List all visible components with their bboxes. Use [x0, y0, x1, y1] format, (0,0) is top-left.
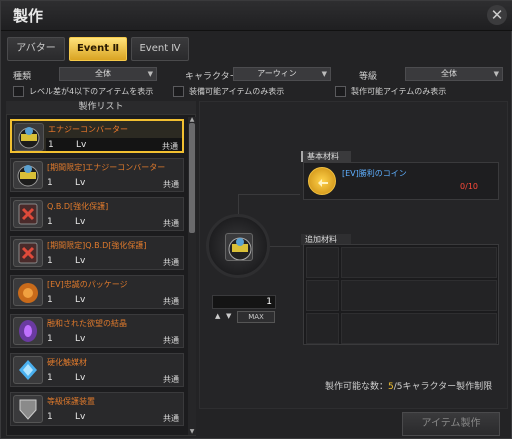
item-shared-badge: 共通: [163, 219, 179, 228]
qbd-icon: [13, 239, 43, 267]
craftable-only-label: 製作可能アイテムのみ表示: [351, 87, 447, 96]
equip-only-checkbox[interactable]: [173, 86, 184, 97]
item-level: 1: [47, 295, 53, 305]
list-item[interactable]: [期間限定]Q.B.D[強化保護] 1 Lv 共通: [10, 236, 184, 270]
item-shared-badge: 共通: [163, 258, 179, 267]
material-count: 0/10: [460, 182, 478, 191]
extra-slot[interactable]: [341, 247, 497, 278]
coin-icon: [308, 167, 336, 195]
energy-converter-icon: [14, 123, 44, 151]
item-name: 等級保護装置: [47, 397, 95, 406]
craft-list: エナジーコンバーター 1 Lv 共通 [期間限定]エナジーコンバーター 1 Lv 共通 Q.B.…: [6, 114, 196, 436]
max-button[interactable]: MAX: [237, 311, 275, 323]
item-level-label: Lv: [75, 178, 86, 188]
extra-slot[interactable]: [341, 280, 497, 311]
item-level-label: Lv: [76, 140, 87, 150]
equip-only-label: 装備可能アイテムのみ表示: [189, 87, 285, 96]
extra-slot[interactable]: [341, 313, 497, 344]
scroll-thumb[interactable]: [189, 123, 195, 233]
extra-slot-icon[interactable]: [306, 313, 339, 344]
crafting-window: 製作 ✕ アバター Event Ⅱ Event Ⅳ 種類 全体 ▼ キャラクター …: [0, 0, 512, 439]
item-name: 硬化触媒材: [47, 358, 87, 367]
chevron-down-icon: ▼: [147, 70, 153, 78]
item-level: 1: [47, 334, 53, 344]
list-item[interactable]: エナジーコンバーター 1 Lv 共通: [10, 119, 184, 153]
checkbox-row: レベル差が4以下のアイテムを表示 装備可能アイテムのみ表示 製作可能アイテムのみ…: [1, 86, 512, 100]
item-shared-badge: 共通: [163, 375, 179, 384]
item-level: 1: [47, 412, 53, 422]
list-item[interactable]: [EV]忠誠のパッケージ 1 Lv 共通: [10, 275, 184, 309]
crystal-icon: [13, 317, 43, 345]
item-shared-badge: 共通: [163, 414, 179, 423]
quantity-stepper: ▲ ▼ MAX: [212, 311, 276, 323]
package-icon: [13, 278, 43, 306]
catalyst-icon: [13, 356, 43, 384]
increase-icon[interactable]: ▲: [215, 312, 220, 320]
item-name: Q.B.D[強化保護]: [47, 202, 109, 211]
character-label: キャラクター: [185, 72, 239, 82]
material-slot[interactable]: [EV]勝利のコイン 0/10: [303, 162, 499, 200]
item-level-label: Lv: [75, 217, 86, 227]
item-name: 融和された欲望の結晶: [47, 319, 127, 328]
grade-label: 等級: [359, 72, 378, 82]
protector-icon: [13, 395, 43, 423]
item-name: [EV]忠誠のパッケージ: [47, 280, 128, 289]
decrease-icon[interactable]: ▼: [226, 312, 231, 320]
list-scrollbar[interactable]: ▲ ▼: [188, 117, 196, 435]
level-diff-checkbox[interactable]: [13, 86, 24, 97]
qbd-icon: [13, 200, 43, 228]
item-shared-badge: 共通: [163, 297, 179, 306]
item-level: 1: [47, 256, 53, 266]
item-level-label: Lv: [75, 412, 86, 422]
extra-slot-icon[interactable]: [306, 280, 339, 311]
window-title: 製作: [13, 7, 44, 25]
item-level: 1: [48, 140, 54, 150]
type-select[interactable]: 全体 ▼: [59, 67, 157, 81]
tab-event-4[interactable]: Event Ⅳ: [131, 37, 189, 61]
item-name: [期間限定]Q.B.D[強化保護]: [47, 241, 147, 250]
level-diff-label: レベル差が4以下のアイテムを表示: [29, 87, 154, 96]
quantity-input[interactable]: 1: [212, 295, 276, 309]
item-name: エナジーコンバーター: [48, 125, 128, 134]
connector-line: [238, 194, 300, 214]
title-bar[interactable]: 製作 ✕: [1, 1, 512, 31]
scroll-down-icon[interactable]: ▼: [188, 429, 196, 435]
grade-select[interactable]: 全体 ▼: [405, 67, 503, 81]
material-name: [EV]勝利のコイン: [342, 169, 407, 178]
basic-materials-header: 基本材料: [301, 151, 351, 162]
item-level-label: Lv: [75, 256, 86, 266]
list-item[interactable]: [期間限定]エナジーコンバーター 1 Lv 共通: [10, 158, 184, 192]
item-level-label: Lv: [75, 373, 86, 383]
craft-limit-info: 製作可能な数：5/5キャラクター製作制限: [325, 382, 493, 392]
type-label: 種類: [13, 72, 32, 82]
craft-item-button[interactable]: アイテム製作: [402, 412, 500, 436]
item-name: [期間限定]エナジーコンバーター: [47, 163, 166, 172]
item-shared-badge: 共通: [163, 180, 179, 189]
list-item[interactable]: Q.B.D[強化保護] 1 Lv 共通: [10, 197, 184, 231]
result-item-icon[interactable]: [225, 233, 253, 261]
character-select[interactable]: アーウィン ▼: [233, 67, 331, 81]
craftable-only-checkbox[interactable]: [335, 86, 346, 97]
item-level: 1: [47, 178, 53, 188]
tab-avatar[interactable]: アバター: [7, 37, 65, 61]
list-item[interactable]: 融和された欲望の結晶 1 Lv 共通: [10, 314, 184, 348]
item-level: 1: [47, 217, 53, 227]
connector-line: [269, 246, 300, 247]
craft-list-header: 製作リスト: [6, 101, 196, 114]
filter-row: 種類 全体 ▼ キャラクター アーウィン ▼ 等級 全体 ▼: [1, 67, 512, 82]
tab-event-2[interactable]: Event Ⅱ: [69, 37, 127, 61]
item-level-label: Lv: [75, 295, 86, 305]
list-item[interactable]: 硬化触媒材 1 Lv 共通: [10, 353, 184, 387]
extra-materials-list: [303, 244, 499, 345]
chevron-down-icon: ▼: [493, 70, 499, 78]
list-item[interactable]: 等級保護装置 1 Lv 共通: [10, 392, 184, 426]
energy-converter-icon: [13, 161, 43, 189]
close-button[interactable]: ✕: [487, 5, 507, 25]
item-shared-badge: 共通: [162, 142, 178, 151]
extra-slot-icon[interactable]: [306, 247, 339, 278]
item-level: 1: [47, 373, 53, 383]
item-shared-badge: 共通: [163, 336, 179, 345]
item-level-label: Lv: [75, 334, 86, 344]
chevron-down-icon: ▼: [321, 70, 327, 78]
